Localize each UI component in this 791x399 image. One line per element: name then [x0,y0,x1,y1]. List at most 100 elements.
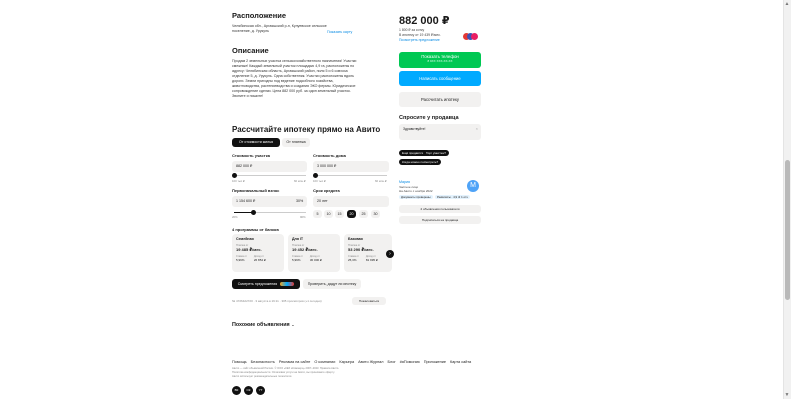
complain-button[interactable]: Пожаловаться [352,297,386,305]
term-option[interactable]: 5 [313,210,322,218]
tab-from-cost[interactable]: От стоимости жилья [232,138,280,147]
phone-mask: 8 9XX XXX-XX-XX [427,59,453,63]
program-card[interactable]: Базовая Платеж от 53 290 ₽/мес. Ставка о… [344,234,392,272]
house-slider-knob[interactable] [313,173,318,178]
footer-link[interactable]: #яПомогаю [400,360,420,364]
down-slider-knob[interactable] [251,210,256,215]
cost-max: 60 млн ₽ [294,179,306,183]
check-mortgage-button[interactable]: Проверить, дадут ли ипотеку [303,279,361,289]
quick-question-chip[interactable]: Торг уместен? [423,150,449,156]
footer-link[interactable]: Помощь [232,360,247,364]
ad-meta-info: № 4726422720 · 3 августа в 19:11 · 305 п… [232,299,322,303]
tab-from-payment[interactable]: От платежа [282,138,310,147]
term-option[interactable]: 25 [359,210,368,218]
mortgage-calc-title: Рассчитайте ипотеку прямо на Авито [232,125,381,134]
description-line: Звоните и пишите! [232,94,264,98]
calc-mortgage-button[interactable]: Рассчитать ипотеку [399,92,481,107]
description-title: Описание [232,46,269,55]
program-name: Для IT [292,237,304,241]
down-payment-label: Первоначальный взнос [232,188,280,193]
similar-ads-label: Похожие объявления [232,322,290,328]
bank-logos-icon [463,33,479,40]
cost-label: Стоимость участка [232,153,270,158]
down-min: 20% [232,215,238,219]
footer-link[interactable]: Авито Журнал [358,360,383,364]
ask-seller-title: Спросите у продавца [399,115,459,121]
mortgage-from: В ипотеку от 19 439 ₽/мес. [399,33,441,37]
ask-seller-input[interactable]: Здравствуйте! × [399,124,481,140]
ok-icon[interactable]: ОК [244,386,253,395]
scrollbar-thumb[interactable] [785,160,790,300]
vk-icon[interactable]: ВК [232,386,241,395]
program-pay: 19 485 ₽/мес. [236,247,262,252]
offers-button-label: Смотреть предложения [237,282,278,286]
program-fee: 26 854 ₽ [253,258,266,262]
program-card[interactable]: Семейная Платеж от 19 485 ₽/мес. Ставка … [232,234,284,272]
footer-links: Помощь Безопасность Реклама на сайте О к… [232,360,471,364]
mortgage-offer-link[interactable]: Посмотреть предложение [399,38,440,42]
footer-legal: Авито — сайт объявлений России. © ООО «К… [232,367,340,370]
house-min: 100 тыс ₽ [313,179,326,183]
down-payment-pct: 30% [296,199,304,203]
term-option[interactable]: 10 [324,210,333,218]
footer-link[interactable]: Реклама на сайте [279,360,311,364]
avatar[interactable]: М [467,180,479,192]
house-max: 60 млн ₽ [375,179,387,183]
seller-since: На Авито с ноября 2022 [399,189,433,193]
chevron-down-icon: ⌄ [291,322,295,327]
program-fee: 30 000 ₽ [309,258,322,262]
subscribe-button[interactable]: Подписаться на продавца [399,216,481,224]
seller-rating-badge: Реквизиты · 4,9 ★ 1 отз. [435,195,471,199]
location-title: Расположение [232,11,287,20]
footer-link[interactable]: Безопасность [251,360,275,364]
term-option[interactable]: 15 [335,210,344,218]
show-phone-button[interactable]: Показать телефон 8 9XX XXX-XX-XX [399,52,481,68]
bank-logos-icon [280,282,295,287]
quick-question-chip[interactable]: Когда можно посмотреть? [399,159,442,165]
house-label: Стоимость дома [313,153,346,158]
program-pay: 19 452 ₽/мес. [292,247,318,252]
price-per-unit: 1 800 ₽ за сотку [399,28,425,32]
social-icons: ВК ОК YT [232,386,265,395]
footer-link[interactable]: Карьера [339,360,354,364]
footer-link[interactable]: Приложение [424,360,446,364]
write-message-button[interactable]: Написать сообщение [399,71,481,86]
cost-input[interactable]: 882 000 ₽ [232,161,307,172]
program-name: Базовая [348,237,363,241]
term-label: Срок кредита [313,188,340,193]
program-name: Семейная [236,237,254,241]
cost-slider-knob[interactable] [232,173,237,178]
footer-legal: Политика конфиденциальности. Оплачивая у… [232,371,335,374]
program-card[interactable]: Для IT Платеж от 19 452 ₽/мес. Ставка от… [288,234,340,272]
house-input[interactable]: 3 000 000 ₽ [313,161,389,172]
down-max: 90% [300,215,306,219]
similar-ads-title[interactable]: Похожие объявления ⌄ [232,322,295,328]
programs-title: 4 программы от банков [232,227,279,232]
footer-legal: Авито использует рекомендательные технол… [232,375,293,378]
ask-seller-text: Здравствуйте! [403,127,426,131]
term-option[interactable]: 30 [371,210,380,218]
close-icon[interactable]: × [476,126,478,131]
seller-ads-button[interactable]: 2 объявления пользователя [399,205,481,213]
footer-link[interactable]: О компании [314,360,335,364]
program-fee: 81 995 ₽ [365,258,378,262]
carousel-next-icon[interactable]: › [386,250,394,258]
cost-slider-track[interactable] [234,175,306,176]
scrollbar[interactable]: ▲ ▼ [783,0,791,399]
house-slider-track[interactable] [315,175,387,176]
youtube-icon[interactable]: YT [256,386,265,395]
program-rate: 5,99% [236,258,245,262]
offers-button[interactable]: Смотреть предложения [232,279,300,289]
term-input[interactable]: 20 лет [313,196,389,207]
show-map-link[interactable]: Показать карту [327,30,352,35]
footer-link[interactable]: Блог [388,360,396,364]
price-value: 882 000 ₽ [399,15,450,27]
program-rate: 25,3% [348,258,357,262]
term-option-selected[interactable]: 20 [347,210,356,218]
scroll-down-icon[interactable]: ▼ [784,392,790,398]
footer-link[interactable]: Карта сайта [450,360,471,364]
description-text: Продам 2 земельных участка сельскохозяйс… [232,59,382,99]
scroll-up-icon[interactable]: ▲ [784,1,790,7]
address-line-2: поселение, д. Урукуль [232,29,269,33]
seller-name[interactable]: Мария [399,180,410,184]
